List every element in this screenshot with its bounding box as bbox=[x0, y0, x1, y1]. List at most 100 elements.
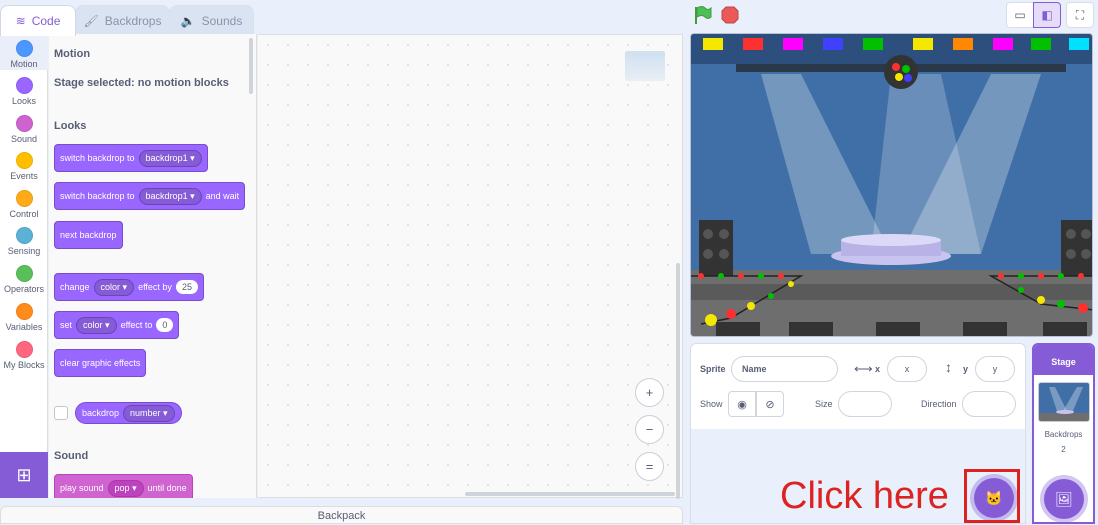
sound-category-icon bbox=[15, 115, 33, 132]
vertical-arrows-icon: ↕ bbox=[945, 359, 952, 375]
small-stage-icon: ▭ bbox=[1014, 8, 1026, 22]
code-workspace[interactable]: + − = bbox=[258, 34, 683, 499]
show-sprite-button[interactable]: ◉ bbox=[728, 391, 756, 417]
category-events[interactable]: Events bbox=[0, 152, 48, 181]
small-stage-button[interactable]: ▭ bbox=[1006, 2, 1034, 28]
workspace-horizontal-scrollbar[interactable] bbox=[465, 492, 675, 496]
category-operators[interactable]: Operators bbox=[0, 265, 48, 294]
backpack[interactable]: Backpack bbox=[0, 506, 683, 524]
normal-stage-icon: ◧ bbox=[1041, 8, 1053, 22]
category-motion[interactable]: Motion bbox=[0, 34, 48, 70]
horizontal-arrows-icon: ⟷ bbox=[854, 361, 873, 376]
green-flag-button[interactable] bbox=[693, 5, 713, 28]
effect-dropdown[interactable]: color ▾ bbox=[76, 316, 117, 334]
block-text: clear graphic effects bbox=[60, 358, 141, 368]
click-here-annotation: Click here bbox=[780, 475, 949, 517]
category-control[interactable]: Control bbox=[0, 190, 48, 219]
looks-heading: Looks bbox=[54, 120, 87, 132]
show-label: Show bbox=[700, 399, 723, 409]
effect-value-input[interactable]: 0 bbox=[156, 318, 174, 332]
zoom-reset-icon: = bbox=[645, 459, 654, 474]
block-text: set bbox=[60, 320, 73, 330]
block-text: change bbox=[60, 282, 90, 292]
block-text: play sound bbox=[60, 483, 104, 493]
x-field[interactable]: x bbox=[887, 356, 927, 382]
sensing-category-icon bbox=[15, 227, 33, 244]
category-variables[interactable]: Variables bbox=[0, 303, 48, 332]
backdrop-dropdown[interactable]: backdrop1 ▾ bbox=[138, 149, 202, 167]
size-field[interactable] bbox=[838, 391, 892, 417]
zoom-in-button[interactable]: + bbox=[635, 378, 664, 407]
direction-field[interactable] bbox=[962, 391, 1016, 417]
category-looks[interactable]: Looks bbox=[0, 77, 48, 106]
eye-icon: ◉ bbox=[737, 398, 747, 411]
category-label: Variables bbox=[5, 322, 43, 332]
code-icon: ≋ bbox=[15, 14, 26, 28]
category-label: Sound bbox=[10, 134, 38, 144]
block-palette: Motion Stage selected: no motion blocks … bbox=[49, 34, 257, 498]
switch-backdrop-and-wait-block[interactable]: switch backdrop to backdrop1 ▾ and wait bbox=[54, 182, 246, 210]
variables-category-icon bbox=[15, 303, 33, 320]
set-effect-block[interactable]: set color ▾ effect to 0 bbox=[54, 311, 180, 339]
category-sensing[interactable]: Sensing bbox=[0, 227, 48, 256]
y-placeholder: y bbox=[992, 364, 998, 374]
backdrop-reporter-block[interactable]: backdrop number ▾ bbox=[75, 402, 182, 424]
play-sound-until-done-block[interactable]: play sound pop ▾ until done bbox=[54, 474, 193, 498]
extension-icon: ⊞ bbox=[16, 464, 32, 485]
zoom-reset-button[interactable]: = bbox=[635, 452, 664, 481]
backdrop-attribute-dropdown[interactable]: number ▾ bbox=[123, 404, 175, 422]
category-menu: Motion Looks Sound Events Control Sensin… bbox=[0, 34, 48, 498]
sound-dropdown[interactable]: pop ▾ bbox=[107, 479, 144, 497]
hide-sprite-button[interactable]: ⊘ bbox=[756, 391, 784, 417]
normal-stage-button[interactable]: ◧ bbox=[1033, 2, 1061, 28]
block-text: backdrop bbox=[82, 408, 120, 418]
choose-backdrop-button[interactable]: 🖼 bbox=[1044, 479, 1084, 519]
control-category-icon bbox=[15, 190, 33, 207]
sprite-label: Sprite bbox=[700, 364, 726, 374]
category-sound[interactable]: Sound bbox=[0, 115, 48, 144]
add-extension-button[interactable]: ⊞ bbox=[0, 452, 48, 498]
stage-backdrop-image bbox=[691, 34, 1092, 336]
clear-graphic-effects-block[interactable]: clear graphic effects bbox=[54, 349, 147, 377]
block-text: switch backdrop to bbox=[60, 191, 135, 201]
tab-code[interactable]: ≋ Code bbox=[0, 5, 76, 36]
dropdown-value: color bbox=[100, 281, 121, 292]
category-my-blocks[interactable]: My Blocks bbox=[0, 341, 48, 370]
workspace-vertical-scrollbar[interactable] bbox=[676, 263, 680, 499]
category-label: Events bbox=[10, 171, 38, 181]
looks-category-icon bbox=[15, 77, 33, 94]
palette-scrollbar[interactable] bbox=[249, 38, 253, 94]
highlight-box bbox=[964, 469, 1020, 523]
next-backdrop-block[interactable]: next backdrop bbox=[54, 221, 123, 249]
sprite-name-field[interactable]: Name bbox=[731, 356, 838, 382]
category-label: Sensing bbox=[7, 246, 41, 256]
tab-sounds[interactable]: 🔈 Sounds bbox=[169, 5, 254, 35]
sprite-name-placeholder: Name bbox=[742, 364, 767, 374]
tab-code-label: Code bbox=[31, 14, 61, 28]
backdrop-dropdown[interactable]: backdrop1 ▾ bbox=[138, 187, 202, 205]
stage-selector-title: Stage bbox=[1034, 345, 1093, 375]
fullscreen-icon: ⛶ bbox=[1075, 7, 1085, 22]
speaker-icon: 🔈 bbox=[180, 13, 196, 28]
backdrop-monitor-checkbox[interactable] bbox=[54, 406, 68, 420]
events-category-icon bbox=[15, 152, 33, 169]
backdrop-thumbnail bbox=[1037, 382, 1090, 422]
dropdown-value: pop bbox=[114, 482, 130, 493]
image-plus-icon: 🖼 bbox=[1055, 490, 1073, 507]
block-text: switch backdrop to bbox=[60, 153, 135, 163]
switch-backdrop-block[interactable]: switch backdrop to backdrop1 ▾ bbox=[54, 144, 208, 172]
tab-backdrops[interactable]: 🖌 Backdrops bbox=[75, 5, 170, 35]
effect-amount-input[interactable]: 25 bbox=[175, 280, 198, 294]
block-text: next backdrop bbox=[60, 230, 117, 240]
sound-heading: Sound bbox=[54, 450, 89, 462]
change-effect-block[interactable]: change color ▾ effect by 25 bbox=[54, 273, 204, 301]
category-label: Motion bbox=[10, 59, 38, 69]
fullscreen-button[interactable]: ⛶ bbox=[1066, 2, 1094, 28]
stage-canvas[interactable] bbox=[690, 33, 1093, 337]
block-text: effect to bbox=[120, 320, 153, 330]
dropdown-value: color bbox=[83, 319, 103, 330]
y-field[interactable]: y bbox=[975, 356, 1015, 382]
stop-button[interactable] bbox=[721, 6, 739, 27]
zoom-out-button[interactable]: − bbox=[635, 415, 664, 444]
effect-dropdown[interactable]: color ▾ bbox=[93, 278, 135, 296]
